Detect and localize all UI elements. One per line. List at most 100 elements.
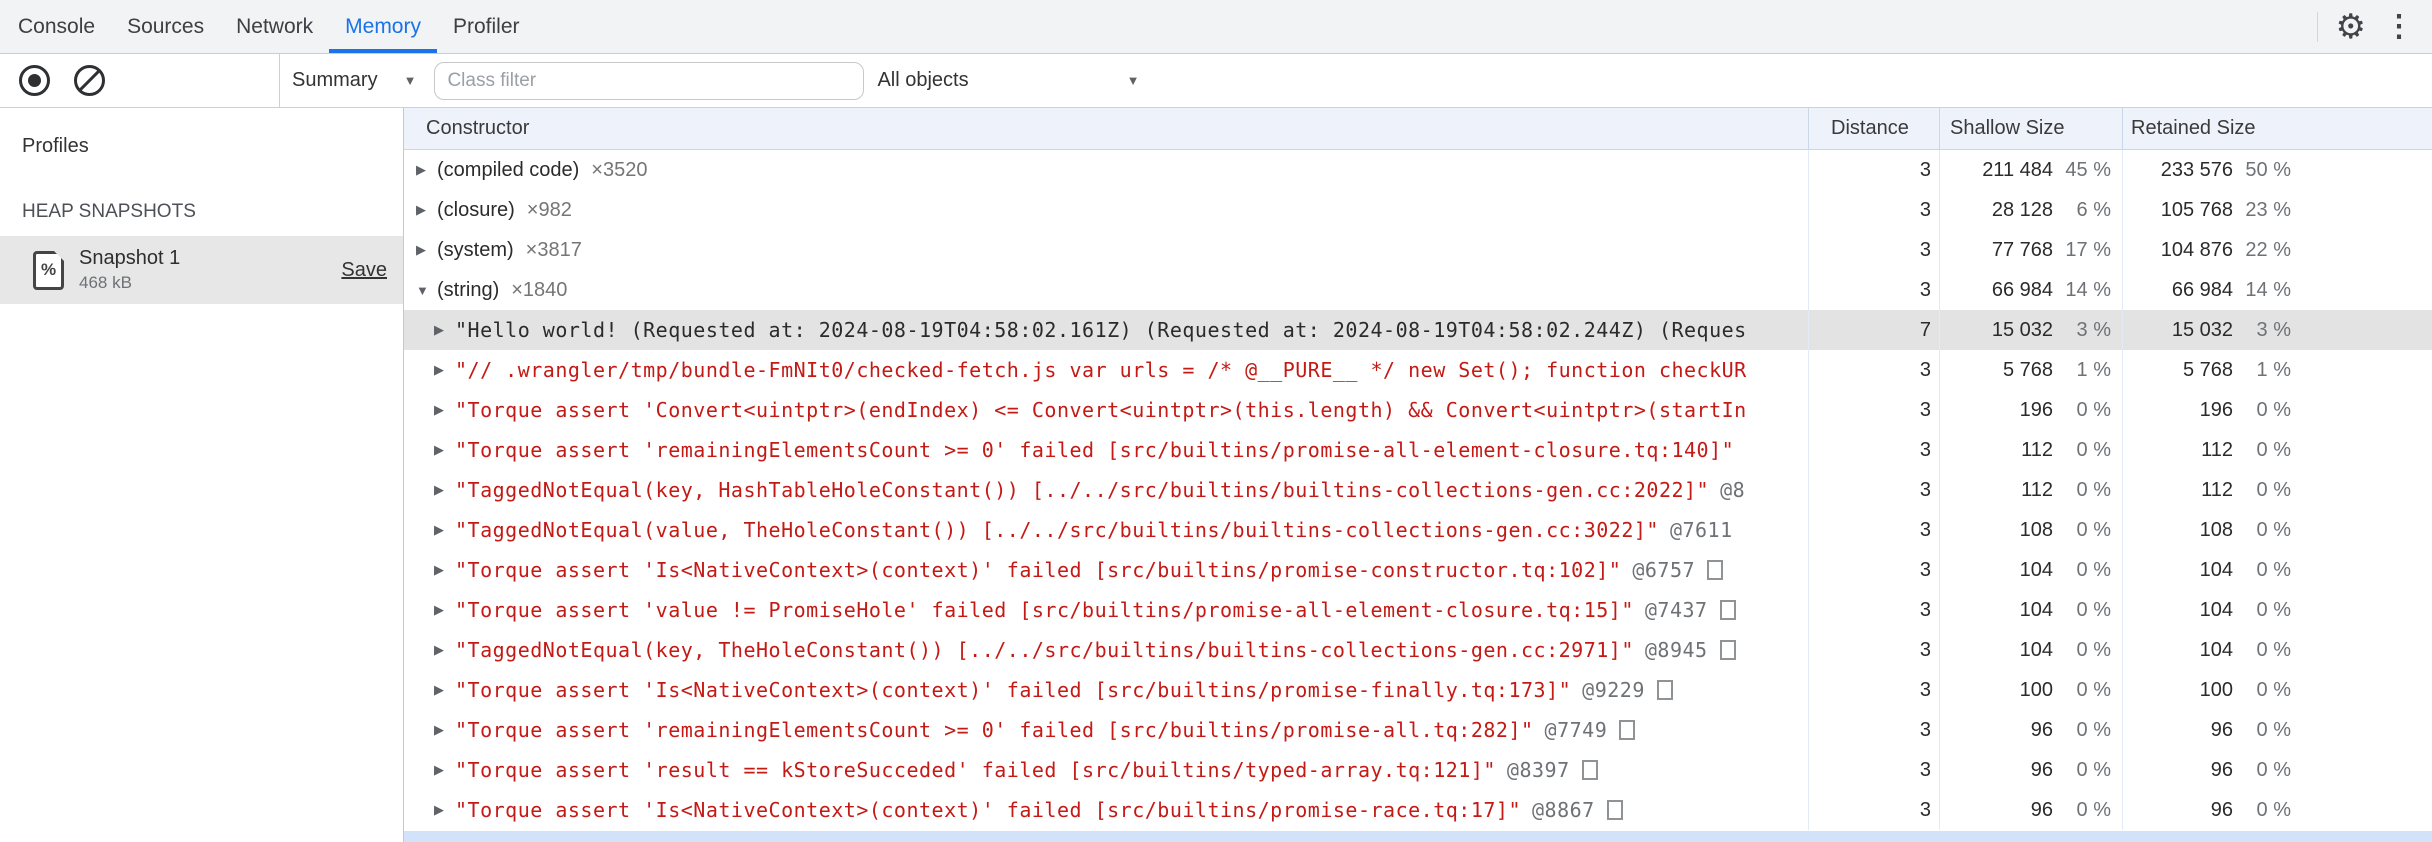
save-snapshot-link[interactable]: Save	[341, 259, 387, 282]
perspective-select[interactable]: Summary ▼	[292, 69, 416, 92]
shallow-size-cell: 108 0 %	[1939, 510, 2122, 550]
constructor-row[interactable]: ▶ (closure) ×982 3 28 128 6 % 105 768 23 %	[404, 190, 2432, 230]
constructor-cell: ▶ "Torque assert 'result == kStoreSuccede…	[404, 750, 1808, 790]
retained-size-percent: 0 %	[2256, 438, 2291, 461]
object-id: @8	[1720, 478, 1746, 502]
instance-count: ×3520	[591, 158, 648, 181]
shallow-size-percent: 17 %	[2065, 238, 2111, 261]
tab-sources[interactable]: Sources	[111, 0, 220, 53]
tab-memory[interactable]: Memory	[329, 0, 437, 53]
shallow-size-percent: 45 %	[2065, 158, 2111, 181]
tab-network[interactable]: Network	[220, 0, 329, 53]
string-row[interactable]: ▶ "Torque assert 'Convert<uintptr>(endInd…	[404, 390, 2432, 430]
class-filter-input[interactable]	[434, 61, 865, 100]
string-row[interactable]: ▶ "Torque assert 'result == kStoreSuccede…	[404, 750, 2432, 790]
retained-size-cell: 100 0 %	[2122, 670, 2432, 710]
retained-size-value: 66 984	[2171, 278, 2233, 301]
collapsed-triangle-icon[interactable]: ▶	[434, 602, 455, 618]
collapsed-triangle-icon[interactable]: ▶	[416, 242, 437, 258]
collapsed-triangle-icon[interactable]: ▶	[434, 562, 455, 578]
snapshot-info: Snapshot 1 468 kB	[79, 247, 341, 293]
retained-size-percent: 0 %	[2256, 598, 2291, 621]
retained-size-value: 112	[2201, 478, 2233, 501]
collapsed-triangle-icon[interactable]: ▶	[434, 642, 455, 658]
retained-size-percent: 0 %	[2256, 558, 2291, 581]
retained-size-value: 104	[2199, 638, 2233, 661]
shallow-size-cell: 15 032 3 %	[1939, 310, 2122, 350]
collapsed-triangle-icon[interactable]: ▶	[434, 482, 455, 498]
column-header-shallow-size[interactable]: Shallow Size	[1939, 108, 2122, 149]
collapsed-triangle-icon[interactable]: ▶	[434, 442, 455, 458]
constructor-cell: ▶ "Torque assert 'value != PromiseHole' f…	[404, 590, 1808, 630]
sidebar-item-snapshot-1[interactable]: % Snapshot 1 468 kB Save	[0, 236, 403, 304]
retained-size-cell: 96 0 %	[2122, 790, 2432, 830]
objects-select[interactable]: All objects ▼	[877, 69, 1139, 92]
string-value: "// .wrangler/tmp/bundle-FmNIt0/checked-…	[455, 358, 1747, 382]
record-heap-snapshot-icon[interactable]	[19, 65, 50, 96]
retained-size-cell: 233 576 50 %	[2122, 150, 2432, 190]
retained-size-value: 233 576	[2160, 158, 2233, 181]
retained-size-cell: 96 0 %	[2122, 710, 2432, 750]
collapsed-triangle-icon[interactable]: ▶	[434, 522, 455, 538]
string-value: "TaggedNotEqual(value, TheHoleConstant()…	[455, 518, 1659, 542]
retained-size-value: 196	[2199, 398, 2233, 421]
distance-cell: 3	[1808, 230, 1939, 270]
shallow-size-value: 104	[2019, 638, 2053, 661]
column-header-constructor[interactable]: Constructor	[404, 108, 1808, 149]
shallow-size-cell: 96 0 %	[1939, 790, 2122, 830]
string-row[interactable]: ▶ "Hello world! (Requested at: 2024-08-19…	[404, 310, 2432, 350]
constructor-name: (closure)	[437, 198, 515, 221]
string-row[interactable]: ▶ "Torque assert 'Is<NativeContext>(conte…	[404, 550, 2432, 590]
object-box-icon	[1719, 640, 1736, 660]
collapsed-triangle-icon[interactable]: ▶	[434, 402, 455, 418]
more-options-kebab-icon[interactable]: ⋮	[2384, 11, 2414, 42]
string-row[interactable]: ▶ "Torque assert 'Is<NativeContext>(conte…	[404, 670, 2432, 710]
distance-cell: 3	[1808, 790, 1939, 830]
collapsed-triangle-icon[interactable]: ▶	[416, 162, 437, 178]
tab-profiler[interactable]: Profiler	[437, 0, 536, 53]
collapsed-triangle-icon[interactable]: ▶	[434, 322, 455, 338]
object-id: @8867	[1532, 798, 1595, 822]
shallow-size-value: 100	[2019, 678, 2053, 701]
constructor-row[interactable]: ▶ (compiled code) ×3520 3 211 484 45 % 233 576…	[404, 150, 2432, 190]
string-row[interactable]: ▶ "Torque assert 'remainingElementsCount …	[404, 710, 2432, 750]
retained-size-cell: 108 0 %	[2122, 510, 2432, 550]
collapsed-triangle-icon[interactable]: ▶	[434, 362, 455, 378]
collapsed-triangle-icon[interactable]: ▶	[416, 202, 437, 218]
distance-cell: 3	[1808, 470, 1939, 510]
shallow-size-cell: 104 0 %	[1939, 630, 2122, 670]
column-header-retained-size[interactable]: Retained Size	[2122, 108, 2432, 149]
shallow-size-cell: 66 984 14 %	[1939, 270, 2122, 310]
tab-console[interactable]: Console	[2, 0, 111, 53]
string-row[interactable]: ▶ "TaggedNotEqual(value, TheHoleConstant(…	[404, 510, 2432, 550]
retained-size-cell: 104 876 22 %	[2122, 230, 2432, 270]
string-row[interactable]: ▶ "// .wrangler/tmp/bundle-FmNIt0/checked…	[404, 350, 2432, 390]
constructor-name: (compiled code)	[437, 158, 580, 181]
settings-gear-icon[interactable]: ⚙	[2336, 10, 2366, 44]
string-row[interactable]: ▶ "Torque assert 'Is<NativeContext>(conte…	[404, 790, 2432, 830]
shallow-size-percent: 0 %	[2076, 718, 2111, 741]
object-box-icon	[1606, 800, 1623, 820]
instance-count: ×982	[526, 198, 572, 221]
expanded-triangle-icon[interactable]: ▼	[416, 283, 437, 298]
collapsed-triangle-icon[interactable]: ▶	[434, 762, 455, 778]
collapsed-triangle-icon[interactable]: ▶	[434, 802, 455, 818]
shallow-size-cell: 112 0 %	[1939, 430, 2122, 470]
collapsed-triangle-icon[interactable]: ▶	[434, 682, 455, 698]
partial-selected-row[interactable]	[404, 831, 2432, 842]
constructor-row[interactable]: ▼ (string) ×1840 3 66 984 14 % 66 984 14 %	[404, 270, 2432, 310]
collapsed-triangle-icon[interactable]: ▶	[434, 722, 455, 738]
string-row[interactable]: ▶ "Torque assert 'value != PromiseHole' f…	[404, 590, 2432, 630]
column-header-distance[interactable]: Distance	[1808, 108, 1939, 149]
shallow-size-value: 112	[2021, 438, 2053, 461]
string-row[interactable]: ▶ "TaggedNotEqual(key, TheHoleConstant())…	[404, 630, 2432, 670]
shallow-size-percent: 14 %	[2065, 278, 2111, 301]
string-row[interactable]: ▶ "TaggedNotEqual(key, HashTableHoleConst…	[404, 470, 2432, 510]
profiles-sidebar: Profiles HEAP SNAPSHOTS % Snapshot 1 468…	[0, 108, 404, 842]
string-value: "Torque assert 'Is<NativeContext>(contex…	[455, 798, 1521, 822]
retained-size-percent: 23 %	[2245, 198, 2291, 221]
shallow-size-value: 66 984	[1991, 278, 2053, 301]
clear-all-profiles-icon[interactable]	[74, 65, 105, 96]
string-row[interactable]: ▶ "Torque assert 'remainingElementsCount …	[404, 430, 2432, 470]
constructor-row[interactable]: ▶ (system) ×3817 3 77 768 17 % 104 876 22 %	[404, 230, 2432, 270]
